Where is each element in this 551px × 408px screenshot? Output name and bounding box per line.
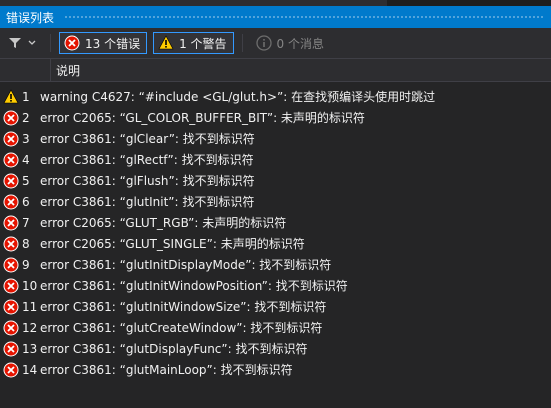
- error-icon: [64, 35, 80, 51]
- item-description: error C3861: “glutMainLoop”: 找不到标识符: [40, 363, 293, 377]
- item-description: error C3861: “glutInitWindowSize”: 找不到标识…: [40, 300, 327, 314]
- list-item[interactable]: 7 error C2065: “GLUT_RGB”: 未声明的标识符: [0, 212, 551, 233]
- item-index: 9: [22, 257, 30, 272]
- item-description: error C3861: “glutInitDisplayMode”: 找不到标…: [40, 258, 332, 272]
- chevron-down-icon: [28, 40, 36, 45]
- error-icon: [3, 110, 19, 126]
- titlebar-grip[interactable]: [64, 14, 545, 20]
- warnings-count-label: 1 个警告: [179, 36, 227, 51]
- info-icon: [255, 35, 272, 51]
- error-icon: [3, 215, 19, 231]
- error-icon: [3, 173, 19, 189]
- panel-titlebar[interactable]: 错误列表: [0, 6, 551, 28]
- item-description: error C3861: “glFlush”: 找不到标识符: [40, 174, 255, 188]
- item-description: error C3861: “glutCreateWindow”: 找不到标识符: [40, 321, 323, 335]
- item-description: error C3861: “glutDisplayFunc”: 找不到标识符: [40, 342, 308, 356]
- list-item[interactable]: 6 error C3861: “glutInit”: 找不到标识符: [0, 191, 551, 212]
- error-icon: [3, 278, 19, 294]
- list-item[interactable]: 13 error C3861: “glutDisplayFunc”: 找不到标识符: [0, 338, 551, 359]
- error-icon: [3, 236, 19, 252]
- header-icon-column[interactable]: [0, 59, 51, 81]
- panel-title: 错误列表: [6, 10, 55, 25]
- error-icon: [3, 299, 19, 315]
- list-item[interactable]: 10 error C3861: “glutInitWindowPosition”:…: [0, 275, 551, 296]
- item-description: error C2065: “GLUT_SINGLE”: 未声明的标识符: [40, 237, 305, 251]
- toolbar-separator: [241, 34, 243, 52]
- list-item[interactable]: 4 error C3861: “glRectf”: 找不到标识符: [0, 149, 551, 170]
- error-list-toolbar: 13 个错误 1 个警告 0 个消息: [0, 28, 551, 59]
- list-item[interactable]: 8 error C2065: “GLUT_SINGLE”: 未声明的标识符: [0, 233, 551, 254]
- item-index: 8: [22, 236, 30, 251]
- item-index: 3: [22, 131, 30, 146]
- list-item[interactable]: 9 error C3861: “glutInitDisplayMode”: 找不到…: [0, 254, 551, 275]
- item-index: 10: [22, 278, 38, 293]
- item-index: 2: [22, 110, 30, 125]
- item-description: error C3861: “glutInitWindowPosition”: 找…: [40, 279, 348, 293]
- list-item[interactable]: 11 error C3861: “glutInitWindowSize”: 找不到…: [0, 296, 551, 317]
- warnings-filter-button[interactable]: 1 个警告: [153, 32, 234, 54]
- item-description: error C2065: “GLUT_RGB”: 未声明的标识符: [40, 216, 287, 230]
- list-header: 说明: [0, 59, 551, 82]
- list-item[interactable]: 12 error C3861: “glutCreateWindow”: 找不到标识…: [0, 317, 551, 338]
- item-index: 5: [22, 173, 30, 188]
- list-item[interactable]: 5 error C3861: “glFlush”: 找不到标识符: [0, 170, 551, 191]
- error-icon: [3, 341, 19, 357]
- item-index: 14: [22, 362, 38, 377]
- error-icon: [3, 152, 19, 168]
- item-index: 4: [22, 152, 30, 167]
- header-description[interactable]: 说明: [51, 62, 80, 79]
- list-item[interactable]: 3 error C3861: “glClear”: 找不到标识符: [0, 128, 551, 149]
- error-icon: [3, 257, 19, 273]
- filter-icon: [9, 38, 21, 48]
- item-index: 13: [22, 341, 38, 356]
- warning-icon: [158, 35, 174, 50]
- error-icon: [3, 131, 19, 147]
- filter-button[interactable]: [6, 32, 42, 54]
- error-icon: [3, 362, 19, 378]
- messages-filter-button[interactable]: 0 个消息: [251, 32, 331, 54]
- item-description: error C3861: “glClear”: 找不到标识符: [40, 132, 255, 146]
- item-index: 7: [22, 215, 30, 230]
- error-icon: [3, 320, 19, 336]
- errors-count-label: 13 个错误: [85, 36, 141, 51]
- error-icon: [3, 194, 19, 210]
- item-description: error C3861: “glutInit”: 找不到标识符: [40, 195, 255, 209]
- item-index: 11: [22, 299, 38, 314]
- warning-icon: [3, 88, 19, 105]
- toolbar-separator: [50, 34, 51, 52]
- list-item[interactable]: 1 warning C4627: “#include <GL/glut.h>”: …: [0, 86, 551, 107]
- list-item[interactable]: 2 error C2065: “GL_COLOR_BUFFER_BIT”: 未声明…: [0, 107, 551, 128]
- item-index: 12: [22, 320, 38, 335]
- item-description: warning C4627: “#include <GL/glut.h>”: 在…: [40, 90, 436, 104]
- messages-count-label: 0 个消息: [276, 36, 324, 51]
- item-index: 6: [22, 194, 30, 209]
- error-list: 1 warning C4627: “#include <GL/glut.h>”: …: [0, 82, 551, 380]
- list-item[interactable]: 14 error C3861: “glutMainLoop”: 找不到标识符: [0, 359, 551, 380]
- item-description: error C3861: “glRectf”: 找不到标识符: [40, 153, 254, 167]
- item-index: 1: [22, 89, 30, 104]
- item-description: error C2065: “GL_COLOR_BUFFER_BIT”: 未声明的…: [40, 111, 365, 125]
- errors-filter-button[interactable]: 13 个错误: [59, 32, 148, 54]
